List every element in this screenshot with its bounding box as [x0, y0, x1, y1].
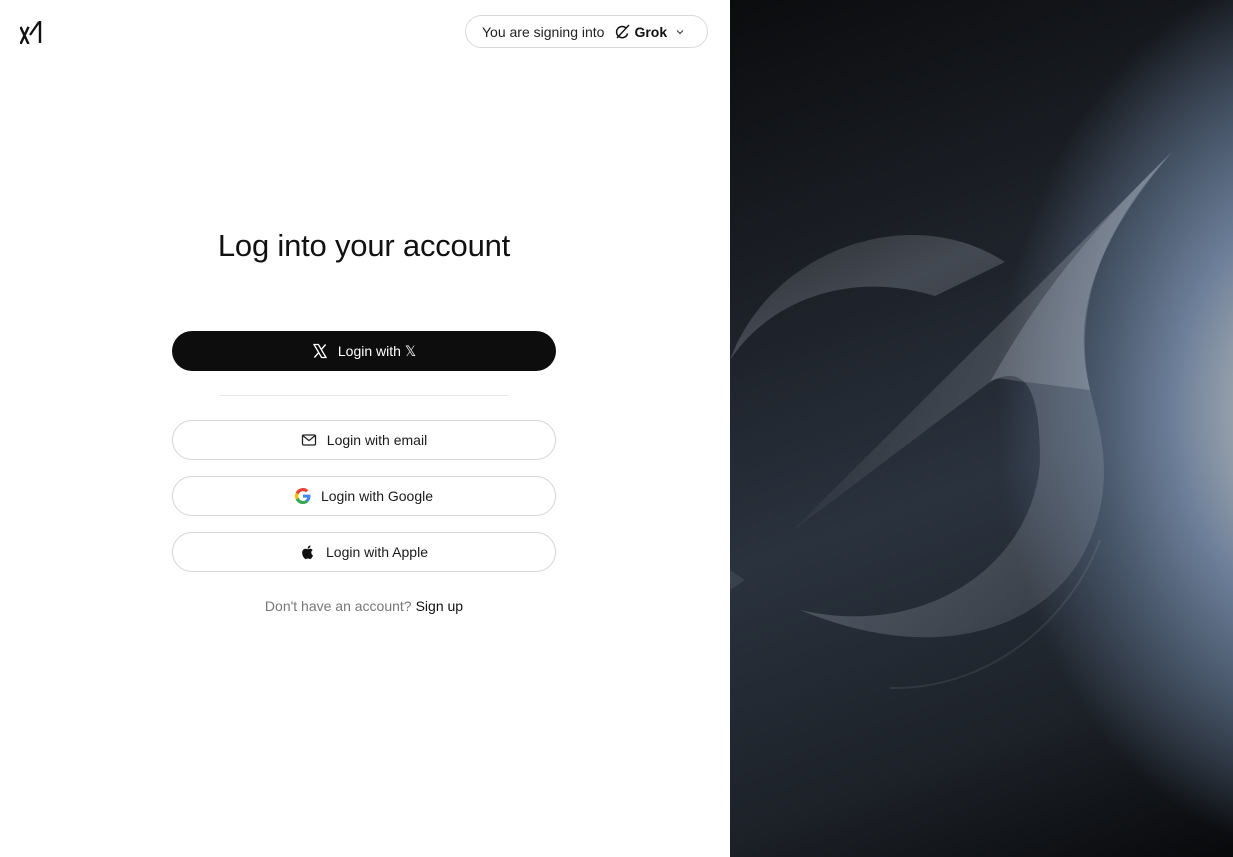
apple-icon	[302, 545, 314, 559]
login-with-x-label: Login with 𝕏	[337, 342, 417, 359]
signup-prompt: Don't have an account?	[264, 598, 412, 614]
product-name: Grok	[634, 23, 668, 40]
login-page: You are signing into Grok Log into your …	[0, 0, 1233, 857]
x-icon	[312, 343, 328, 359]
signing-into-label: You are signing into	[482, 23, 605, 40]
grok-swirl-art	[730, 152, 1172, 690]
login-with-email-label: Login with email	[326, 432, 428, 448]
login-with-google-button[interactable]: Login with Google	[172, 476, 556, 516]
login-panel: You are signing into Grok Log into your …	[0, 0, 730, 857]
product-selector[interactable]: You are signing into Grok	[465, 15, 708, 48]
login-with-x-button[interactable]: Login with 𝕏	[172, 331, 556, 371]
login-with-apple-label: Login with Apple	[326, 544, 428, 560]
mail-icon	[301, 434, 316, 446]
login-with-google-label: Login with Google	[320, 488, 434, 504]
grok-icon	[616, 24, 630, 38]
chevron-down-icon	[676, 29, 684, 34]
login-with-apple-button[interactable]: Login with Apple	[172, 532, 556, 572]
google-icon	[294, 488, 311, 504]
page-title: Log into your account	[217, 228, 511, 263]
signup-row: Don't have an account? Sign up	[0, 598, 728, 614]
xai-logo-icon[interactable]	[20, 20, 42, 44]
divider	[220, 395, 508, 396]
login-with-email-button[interactable]: Login with email	[172, 420, 556, 460]
hero-art-panel	[730, 0, 1233, 857]
signup-link[interactable]: Sign up	[416, 598, 463, 614]
